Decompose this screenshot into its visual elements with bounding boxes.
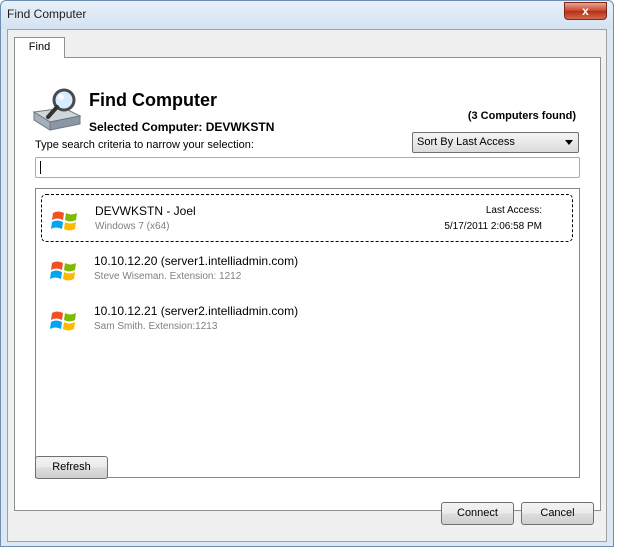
cancel-button[interactable]: Cancel: [521, 502, 594, 525]
selected-computer-label: Selected Computer: DEVWKSTN: [89, 120, 275, 134]
sort-dropdown[interactable]: Sort By Last Access: [412, 132, 579, 153]
computer-name: 10.10.12.21 (server2.intelliadmin.com): [94, 304, 299, 318]
search-label: Type search criteria to narrow your sele…: [35, 139, 254, 151]
computer-name: DEVWKSTN - Joel: [95, 204, 196, 218]
computer-detail: Steve Wiseman. Extension: 1212: [94, 271, 242, 282]
last-access-label: Last Access:: [485, 205, 542, 216]
window-title: Find Computer: [7, 7, 87, 21]
refresh-button[interactable]: Refresh: [35, 456, 108, 479]
find-computer-window: Find Computer x Find Find Computer Selec…: [0, 0, 614, 547]
last-access-time: 5/17/2011 2:06:58 PM: [444, 221, 542, 232]
list-item[interactable]: 10.10.12.21 (server2.intelliadmin.com) S…: [41, 295, 573, 343]
title-bar[interactable]: Find Computer x: [1, 1, 613, 29]
list-item[interactable]: DEVWKSTN - Joel Windows 7 (x64) Last Acc…: [41, 194, 573, 242]
list-item[interactable]: 10.10.12.20 (server1.intelliadmin.com) S…: [41, 245, 573, 293]
windows-logo-icon: [50, 311, 76, 331]
dialog-client-area: Find Find Computer Selected Computer: DE…: [7, 29, 607, 542]
computer-detail: Windows 7 (x64): [95, 221, 170, 232]
close-icon: x: [582, 4, 589, 18]
computer-name: 10.10.12.20 (server1.intelliadmin.com): [94, 254, 299, 268]
sort-selected-value: Sort By Last Access: [417, 136, 515, 148]
computers-found-count: (3 Computers found): [467, 110, 576, 122]
page-title: Find Computer: [89, 90, 217, 110]
text-caret: [40, 161, 41, 174]
windows-logo-icon: [50, 261, 76, 281]
connect-button[interactable]: Connect: [441, 502, 514, 525]
computer-search-icon: [32, 88, 82, 131]
chevron-down-icon: [565, 140, 573, 145]
search-input[interactable]: [35, 157, 580, 178]
close-button[interactable]: x: [564, 2, 607, 20]
computer-list[interactable]: DEVWKSTN - Joel Windows 7 (x64) Last Acc…: [35, 188, 580, 478]
windows-logo-icon: [51, 211, 77, 231]
tab-find[interactable]: Find: [14, 37, 65, 58]
computer-detail: Sam Smith. Extension:1213: [94, 321, 218, 332]
